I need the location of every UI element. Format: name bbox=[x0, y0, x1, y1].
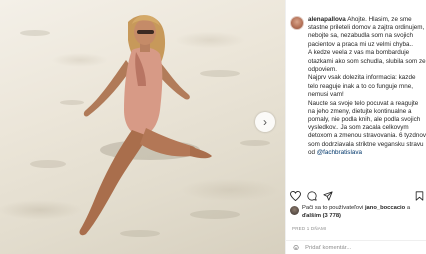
caption-line: Naucte sa svoje telo pocuvat a bbox=[308, 99, 394, 107]
caption-line: velmi chyba.. bbox=[376, 40, 414, 48]
liked-by-others[interactable]: ďalším (3 778) bbox=[302, 213, 341, 219]
liked-by-middle: a bbox=[406, 205, 411, 211]
comment-input[interactable]: Pridať komentár... bbox=[305, 245, 351, 251]
comment-icon[interactable] bbox=[307, 191, 317, 201]
caption-username[interactable]: alenapallova bbox=[308, 16, 346, 23]
caption-area: alenapallova Ahojte. Hlasim, ze sme stas… bbox=[286, 14, 426, 184]
chevron-right-icon: › bbox=[263, 115, 267, 129]
avatar[interactable] bbox=[290, 16, 304, 30]
likes-summary: Pači sa to používateľovi jano_boccacio a… bbox=[290, 205, 426, 223]
liker-avatar[interactable] bbox=[290, 206, 299, 215]
caption-line: zmenou stravovania. bbox=[339, 132, 398, 140]
next-photo-button[interactable]: › bbox=[255, 112, 275, 132]
comment-bar: ☺ Pridať komentár... bbox=[286, 240, 426, 254]
comments-panel: alenapallova Ahojte. Hlasim, ze sme stas… bbox=[285, 0, 426, 254]
caption-line: otazkami ako som schudla, slubila bbox=[308, 57, 404, 65]
heart-icon[interactable] bbox=[290, 191, 301, 201]
mention-link[interactable]: @fachbratislava bbox=[317, 149, 362, 156]
post-date: PRED 1 DŇAMI bbox=[292, 226, 327, 231]
caption-line: telo reaguje inak a to co funguje mne, bbox=[308, 82, 414, 90]
caption-line: Ahojte. Hlasim, ze sme bbox=[347, 16, 412, 23]
liked-by-prefix: Pači sa to používateľovi bbox=[302, 205, 364, 211]
caption-text: alenapallova Ahojte. Hlasim, ze sme stas… bbox=[308, 16, 426, 157]
caption-line: A kedze veela z vas ma bombarduje bbox=[308, 49, 410, 57]
action-bar bbox=[290, 190, 424, 202]
post-photo[interactable]: › bbox=[0, 0, 285, 254]
caption-line: Najprv vsak dolezita informacia: kazde bbox=[308, 74, 416, 82]
caption-line: stastne prileteli domov a zajtra bbox=[308, 24, 394, 32]
share-icon[interactable] bbox=[323, 191, 333, 201]
liked-by-user[interactable]: jano_boccacio bbox=[365, 205, 405, 211]
smiley-icon[interactable]: ☺ bbox=[292, 243, 300, 252]
woman-figure bbox=[79, 15, 212, 236]
caption-line: nemusi vam! bbox=[308, 90, 344, 98]
bookmark-icon[interactable] bbox=[415, 191, 424, 201]
